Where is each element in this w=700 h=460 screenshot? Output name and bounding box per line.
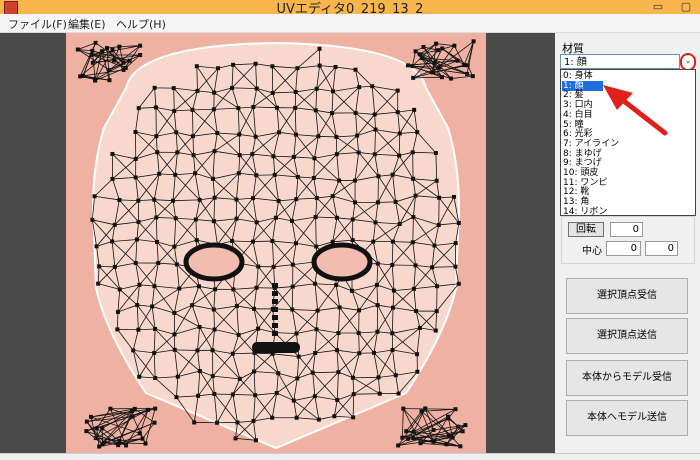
receive-model-button[interactable]: 本体からモデル受信 xyxy=(566,360,688,396)
material-option[interactable]: 13: 角 xyxy=(563,197,589,207)
menu-edit[interactable]: 編集(E) xyxy=(68,16,106,32)
menu-file[interactable]: ファイル(F) xyxy=(8,16,67,32)
material-option[interactable]: 0: 身体 xyxy=(563,71,593,81)
receive-selected-vertices-button[interactable]: 選択頂点受信 xyxy=(566,278,688,314)
minimize-icon[interactable]: ▭ xyxy=(644,0,672,14)
material-option[interactable]: 2: 髪 xyxy=(563,90,584,100)
menu-bar: ファイル(F) 編集(E) ヘルプ(H) xyxy=(0,14,700,33)
material-option[interactable]: 5: 瞳 xyxy=(563,120,584,130)
material-option[interactable]: 4: 白目 xyxy=(563,110,593,120)
center-x-input[interactable]: 0 xyxy=(606,241,641,256)
material-option[interactable]: 3: 口内 xyxy=(563,100,593,110)
maximize-icon[interactable]: ▢ xyxy=(672,0,700,14)
title-bar: UVエディタ0_219_13_2 ▭ ▢ xyxy=(0,0,700,14)
uv-mesh[interactable] xyxy=(66,33,486,453)
material-option[interactable]: 6: 光彩 xyxy=(563,129,593,139)
material-option[interactable]: 12: 靴 xyxy=(563,187,589,197)
right-eye-hole xyxy=(314,245,370,279)
material-option[interactable]: 7: アイライン xyxy=(563,139,619,149)
uv-canvas[interactable] xyxy=(66,33,486,453)
menu-help[interactable]: ヘルプ(H) xyxy=(116,16,166,32)
center-y-input[interactable]: 0 xyxy=(645,241,678,256)
send-model-button[interactable]: 本体へモデル送信 xyxy=(566,400,688,436)
send-selected-vertices-button[interactable]: 選択頂点送信 xyxy=(566,318,688,354)
material-dropdown-list[interactable]: 0: 身体1: 顔2: 髪3: 口内4: 白目5: 瞳6: 光彩7: アイライン… xyxy=(560,69,696,216)
center-label: 中心 xyxy=(582,242,602,257)
rotate-button[interactable]: 回転 xyxy=(568,222,604,237)
mouth-shape xyxy=(252,342,300,353)
material-select[interactable]: 1: 顔 xyxy=(560,54,680,69)
material-option[interactable]: 10: 頭皮 xyxy=(563,168,598,178)
material-option[interactable]: 9: まつげ xyxy=(563,158,602,168)
left-eye-hole xyxy=(186,245,242,279)
rotate-input[interactable]: 0 xyxy=(610,222,643,237)
